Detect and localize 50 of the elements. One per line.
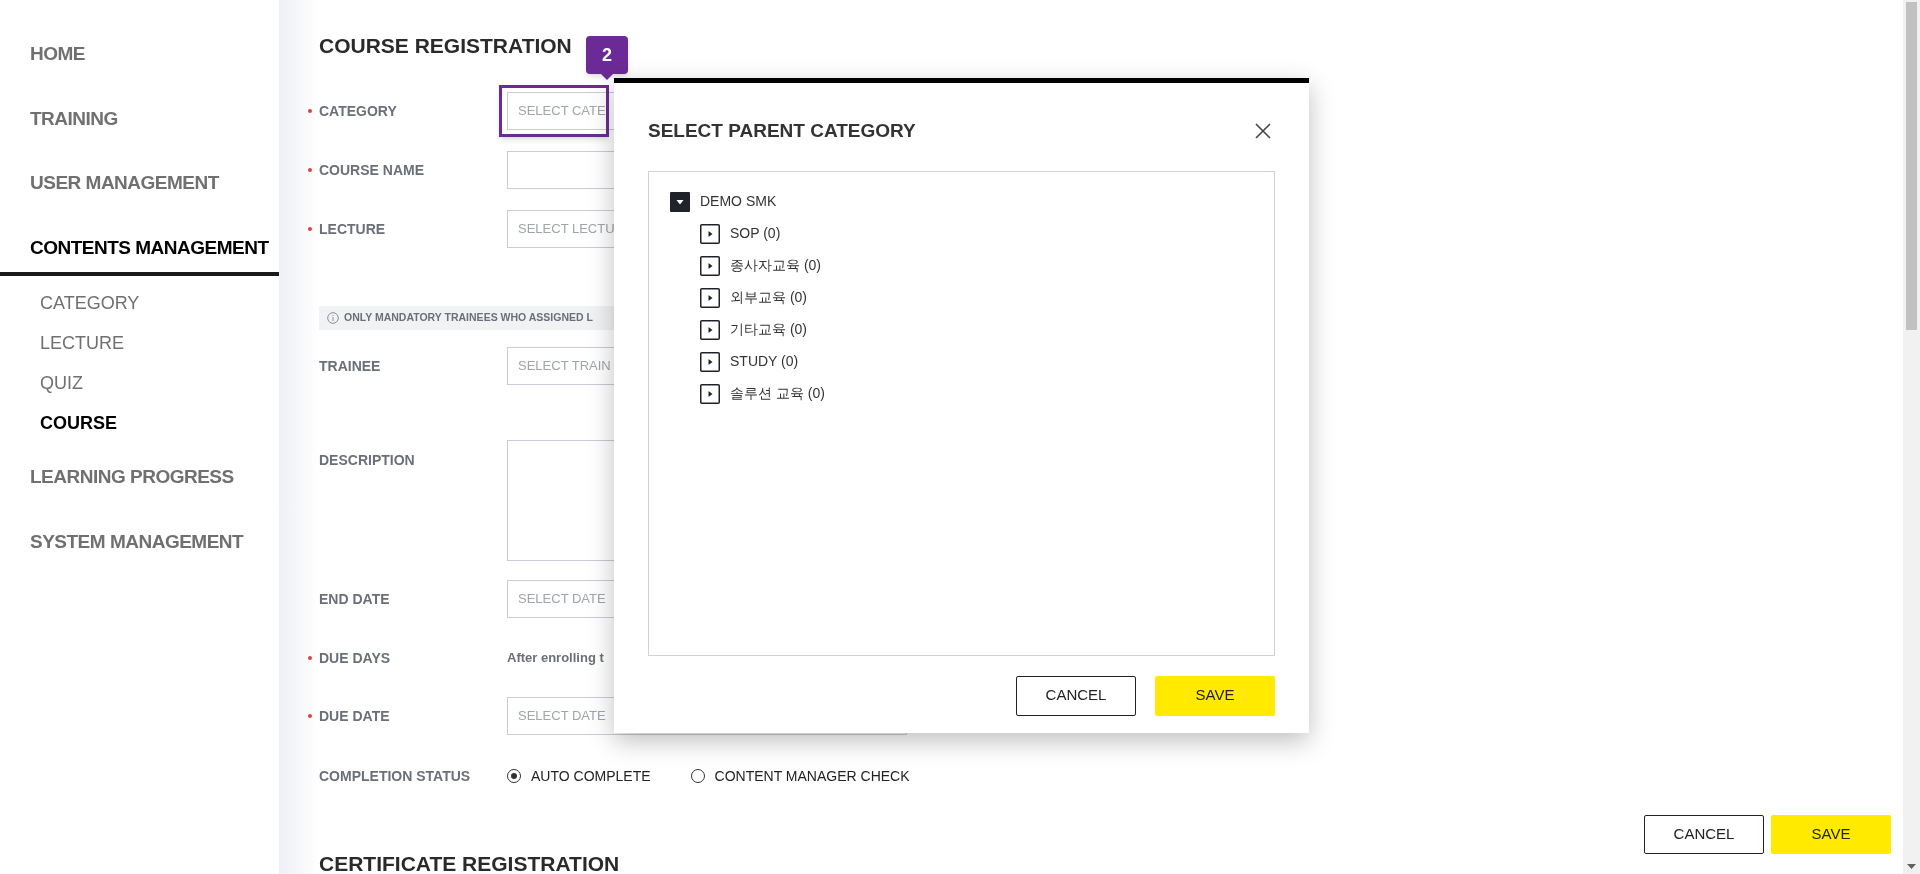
scrollbar[interactable]: [1903, 0, 1920, 874]
radio-label: CONTENT MANAGER CHECK: [714, 766, 910, 786]
field-label: DUE DAYS: [319, 648, 391, 668]
expand-icon[interactable]: [700, 319, 720, 340]
radio-label: AUTO COMPLETE: [531, 766, 651, 786]
field-label: DUE DATE: [319, 706, 390, 726]
field-label: LECTURE: [319, 219, 386, 239]
sidebar-item[interactable]: HOME: [0, 40, 279, 69]
field-label: COMPLETION STATUS: [319, 766, 471, 786]
sidebar-item[interactable]: SYSTEM MANAGEMENT: [0, 527, 279, 556]
scroll-down-icon[interactable]: [1907, 864, 1916, 870]
expand-icon[interactable]: [700, 223, 720, 244]
expand-icon[interactable]: [700, 383, 720, 404]
tree-item[interactable]: SOP (0): [730, 223, 781, 244]
tree-item[interactable]: 외부교육 (0): [730, 287, 807, 308]
expand-icon[interactable]: [700, 255, 720, 276]
submenu-item[interactable]: QUIZ: [0, 370, 279, 397]
badge-pointer-icon: [601, 74, 613, 80]
submenu-item[interactable]: CATEGORY: [0, 290, 279, 317]
cancel-button[interactable]: CANCEL: [1644, 815, 1764, 854]
field-label: COURSE NAME: [319, 160, 424, 180]
submenu-item[interactable]: LECTURE: [0, 330, 279, 357]
expand-icon[interactable]: [700, 287, 720, 308]
scrollbar-thumb[interactable]: [1906, 2, 1917, 330]
collapse-icon[interactable]: [670, 191, 690, 212]
sidebar-item[interactable]: LEARNING PROGRESS: [0, 463, 279, 492]
due-days-text: After enrolling t: [507, 649, 604, 668]
tree-item[interactable]: 종사자교육 (0): [730, 255, 821, 276]
tree-item[interactable]: STUDY (0): [730, 351, 799, 372]
step-badge: 2: [586, 36, 628, 74]
tree-item[interactable]: 기타교육 (0): [730, 319, 807, 340]
page-title: COURSE REGISTRATION: [319, 33, 572, 59]
section-title: CERTIFICATE REGISTRATION: [319, 851, 620, 874]
field-label: END DATE: [319, 589, 390, 609]
info-icon: [327, 312, 339, 324]
field-label: CATEGORY: [319, 101, 397, 121]
field-label: DESCRIPTION: [319, 452, 415, 468]
submenu-item[interactable]: COURSE: [0, 410, 279, 437]
tree-item[interactable]: 솔루션 교육 (0): [730, 383, 825, 404]
save-button[interactable]: SAVE: [1155, 675, 1275, 716]
notice-text: ONLY MANDATORY TRAINEES WHO ASSIGNED L: [344, 310, 593, 326]
save-button[interactable]: SAVE: [1771, 815, 1891, 854]
tree-item[interactable]: DEMO SMK: [700, 191, 777, 212]
cancel-button[interactable]: CANCEL: [1016, 675, 1136, 716]
field-label: TRAINEE: [319, 356, 381, 376]
sidebar-item[interactable]: TRAINING: [0, 104, 279, 133]
expand-icon[interactable]: [700, 351, 720, 372]
dialog-title: SELECT PARENT CATEGORY: [648, 119, 916, 143]
close-icon[interactable]: [1255, 123, 1271, 140]
sidebar-item[interactable]: USER MANAGEMENT: [0, 169, 279, 198]
